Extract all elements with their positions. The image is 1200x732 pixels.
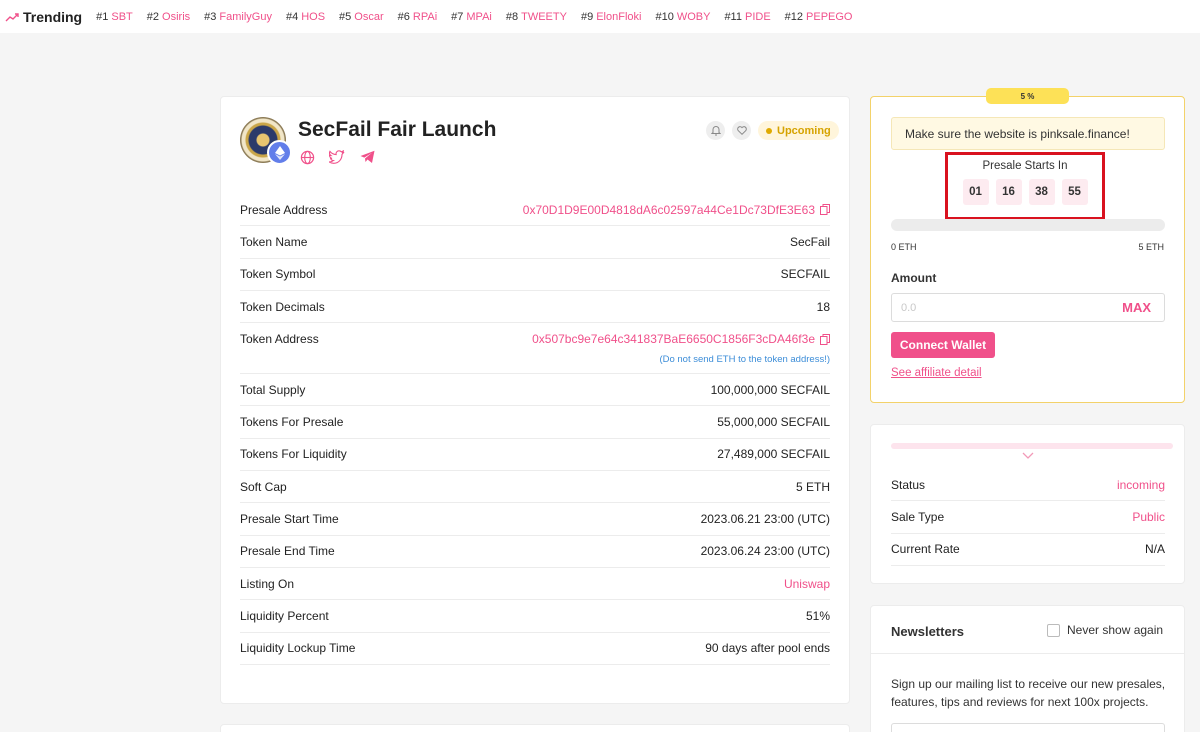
trending-item[interactable]: #3 FamilyGuy — [204, 11, 272, 23]
detail-row-token-address: Token Address 0x507bc9e7e64c341837BaE665… — [240, 323, 830, 375]
copy-icon[interactable] — [820, 204, 830, 216]
newsletter-header: Newsletters Never show again — [871, 606, 1184, 654]
progress-min-label: 0 ETH — [891, 242, 917, 252]
detail-row-soft-cap: Soft Cap 5 ETH — [240, 471, 830, 504]
detail-row-tokens-liquidity: Tokens For Liquidity 27,489,000 SECFAIL — [240, 439, 830, 472]
detail-row-tokens-presale: Tokens For Presale 55,000,000 SECFAIL — [240, 406, 830, 439]
token-address-warning: (Do not send ETH to the token address!) — [659, 354, 830, 366]
bell-icon[interactable] — [706, 121, 725, 140]
globe-icon[interactable] — [299, 149, 315, 165]
checkbox[interactable] — [1047, 623, 1060, 637]
presale-card: 5 % Make sure the website is pinksale.fi… — [870, 88, 1185, 403]
status-divider — [891, 443, 1173, 449]
trending-item[interactable]: #5 Oscar — [339, 11, 384, 23]
project-card: SecFail Fair Launch Upcoming Presale Add… — [220, 96, 850, 704]
listing-on-link[interactable]: Uniswap — [784, 577, 830, 591]
never-show-toggle[interactable]: Never show again — [1047, 623, 1163, 637]
max-button[interactable]: MAX — [1122, 300, 1151, 315]
countdown-hours: 16 — [995, 179, 1022, 205]
project-actions: Upcoming — [706, 121, 839, 140]
amount-field-wrap: MAX — [891, 293, 1165, 322]
trending-item[interactable]: #4 HOS — [286, 11, 325, 23]
ethereum-icon — [267, 140, 292, 165]
chevron-down-icon[interactable] — [1021, 452, 1035, 462]
detail-row-token-decimals: Token Decimals 18 — [240, 291, 830, 324]
token-address-wrap: 0x507bc9e7e64c341837BaE6650C1856F3cDA46f… — [532, 332, 830, 365]
connect-wallet-button[interactable]: Connect Wallet — [891, 332, 995, 358]
trending-up-icon — [5, 12, 19, 22]
status-row-sale-type: Sale Type Public — [891, 501, 1165, 534]
trending-item[interactable]: #9 ElonFloki — [581, 11, 642, 23]
status-badge: Upcoming — [758, 121, 839, 140]
countdown-minutes: 38 — [1028, 179, 1055, 205]
countdown-title: Presale Starts In — [982, 160, 1068, 172]
trending-item[interactable]: #11 PIDE — [724, 11, 770, 23]
trending-item[interactable]: #12 PEPEGO — [785, 11, 853, 23]
detail-row-presale-address: Presale Address 0x70D1D9E00D4818dA6c0259… — [240, 194, 830, 227]
affiliate-link[interactable]: See affiliate detail — [891, 367, 982, 379]
newsletter-description: Sign up our mailing list to receive our … — [891, 677, 1166, 709]
trending-item[interactable]: #8 TWEETY — [506, 11, 567, 23]
percent-badge: 5 % — [986, 88, 1069, 104]
presale-address-link[interactable]: 0x70D1D9E00D4818dA6c02597a44Ce1Dc73DfE3E… — [523, 203, 830, 217]
secondary-card — [220, 724, 850, 732]
status-table: Status incoming Sale Type Public Current… — [891, 469, 1165, 566]
detail-row-lockup-time: Liquidity Lockup Time 90 days after pool… — [240, 633, 830, 665]
countdown-days: 01 — [962, 179, 989, 205]
trending-item[interactable]: #10 WOBY — [655, 11, 710, 23]
trending-bar: Trending #1 SBT #2 Osiris #3 FamilyGuy #4 HO… — [0, 0, 1200, 33]
status-row-current-rate: Current Rate N/A — [891, 534, 1165, 566]
detail-row-token-name: Token Name SecFail — [240, 226, 830, 259]
progress-max-label: 5 ETH — [1138, 242, 1164, 252]
newsletter-email-field[interactable] — [891, 723, 1165, 732]
page-title: SecFail Fair Launch — [298, 118, 497, 141]
token-address-link[interactable]: 0x507bc9e7e64c341837BaE6650C1856F3cDA46f… — [532, 332, 830, 346]
status-dot — [766, 127, 772, 134]
trending-title: Trending — [23, 8, 83, 25]
trending-item[interactable]: #1 SBT — [96, 11, 133, 23]
trending-item[interactable]: #7 MPAi — [451, 11, 492, 23]
newsletter-card: Newsletters Never show again Sign up our… — [870, 605, 1185, 732]
heart-icon[interactable] — [732, 121, 751, 140]
newsletter-title: Newsletters — [891, 624, 964, 639]
detail-row-listing-on: Listing On Uniswap — [240, 568, 830, 601]
status-row-status: Status incoming — [891, 469, 1165, 502]
countdown: 01 16 38 55 — [948, 179, 1102, 205]
amount-input[interactable] — [901, 301, 1051, 314]
detail-row-end-time: Presale End Time 2023.06.24 23:00 (UTC) — [240, 536, 830, 568]
social-links — [299, 149, 375, 165]
detail-row-token-symbol: Token Symbol SECFAIL — [240, 259, 830, 291]
copy-icon[interactable] — [820, 333, 830, 345]
countdown-seconds: 55 — [1061, 179, 1088, 205]
status-card: Status incoming Sale Type Public Current… — [870, 424, 1185, 584]
detail-row-start-time: Presale Start Time 2023.06.21 23:00 (UTC… — [240, 503, 830, 536]
twitter-icon[interactable] — [329, 149, 345, 165]
progress-bar — [891, 219, 1165, 231]
countdown-highlight: Presale Starts In 01 16 38 55 — [945, 152, 1105, 220]
detail-row-liquidity-percent: Liquidity Percent 51% — [240, 600, 830, 633]
site-notice: Make sure the website is pinksale.financ… — [891, 117, 1165, 150]
project-details-table: Presale Address 0x70D1D9E00D4818dA6c0259… — [240, 194, 830, 665]
telegram-icon[interactable] — [359, 149, 375, 165]
amount-label: Amount — [891, 271, 937, 285]
trending-item[interactable]: #6 RPAi — [398, 11, 438, 23]
detail-row-total-supply: Total Supply 100,000,000 SECFAIL — [240, 374, 830, 407]
trending-item[interactable]: #2 Osiris — [147, 11, 190, 23]
